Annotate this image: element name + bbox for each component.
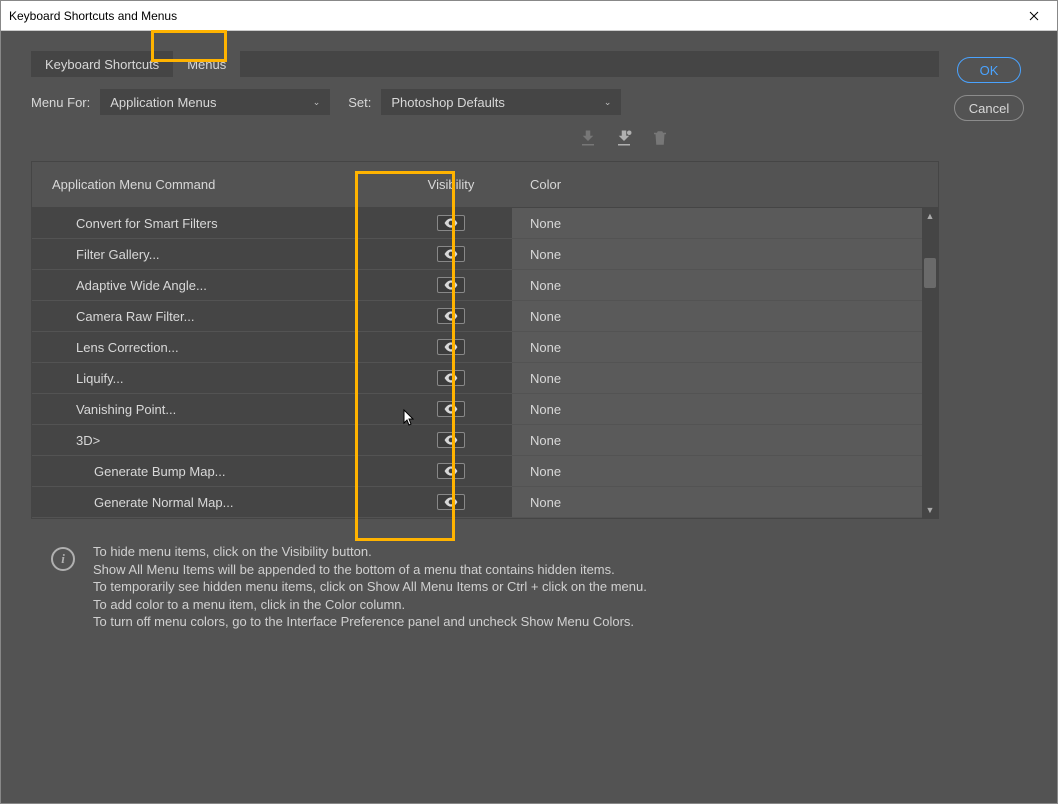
- table-row[interactable]: 3D> None: [32, 425, 938, 456]
- color-cell[interactable]: None: [512, 208, 922, 238]
- command-label: Convert for Smart Filters: [32, 216, 390, 231]
- scroll-track[interactable]: [922, 224, 938, 502]
- set-label: Set:: [348, 95, 371, 110]
- visibility-cell: [390, 370, 512, 386]
- command-label: Filter Gallery...: [32, 247, 390, 262]
- visibility-cell: [390, 215, 512, 231]
- color-cell[interactable]: None: [512, 456, 922, 486]
- header-color: Color: [512, 177, 922, 192]
- table-row[interactable]: Convert for Smart Filters None: [32, 208, 938, 239]
- table-row[interactable]: Camera Raw Filter... None: [32, 301, 938, 332]
- visibility-cell: [390, 339, 512, 355]
- color-cell[interactable]: None: [512, 239, 922, 269]
- visibility-cell: [390, 277, 512, 293]
- visibility-toggle[interactable]: [437, 432, 465, 448]
- tab-menus[interactable]: Menus: [173, 51, 240, 77]
- table-rows: Convert for Smart FiltersNoneFilter Gall…: [32, 208, 938, 518]
- menu-for-value: Application Menus: [110, 95, 216, 110]
- color-cell[interactable]: None: [512, 487, 922, 517]
- titlebar: Keyboard Shortcuts and Menus: [1, 1, 1057, 31]
- controls-row: Menu For: Application Menus ⌄ Set: Photo…: [31, 89, 939, 115]
- command-label: Liquify...: [32, 371, 390, 386]
- set-value: Photoshop Defaults: [391, 95, 504, 110]
- visibility-cell: [390, 246, 512, 262]
- close-button[interactable]: [1011, 1, 1057, 31]
- visibility-toggle[interactable]: [437, 215, 465, 231]
- table-row[interactable]: Generate Bump Map... None: [32, 456, 938, 487]
- visibility-toggle[interactable]: [437, 463, 465, 479]
- toolbar-icons: [31, 123, 939, 161]
- ok-button[interactable]: OK: [957, 57, 1021, 83]
- command-label: Lens Correction...: [32, 340, 390, 355]
- scroll-down-icon[interactable]: ▼: [922, 502, 938, 518]
- set-dropdown[interactable]: Photoshop Defaults ⌄: [381, 89, 621, 115]
- dialog-window: Keyboard Shortcuts and Menus Keyboard Sh…: [0, 0, 1058, 804]
- info-box: i To hide menu items, click on the Visib…: [31, 519, 939, 631]
- visibility-cell: [390, 308, 512, 324]
- visibility-cell: [390, 463, 512, 479]
- visibility-toggle[interactable]: [437, 401, 465, 417]
- menu-table: Application Menu Command Visibility Colo…: [31, 161, 939, 519]
- color-cell[interactable]: None: [512, 332, 922, 362]
- visibility-toggle[interactable]: [437, 339, 465, 355]
- menu-for-label: Menu For:: [31, 95, 90, 110]
- visibility-cell: [390, 432, 512, 448]
- table-row[interactable]: Adaptive Wide Angle... None: [32, 270, 938, 301]
- color-cell[interactable]: None: [512, 363, 922, 393]
- chevron-down-icon: ⌄: [604, 97, 612, 108]
- visibility-toggle[interactable]: [437, 308, 465, 324]
- info-line: To turn off menu colors, go to the Inter…: [93, 613, 647, 631]
- table-row[interactable]: Lens Correction... None: [32, 332, 938, 363]
- info-line: To temporarily see hidden menu items, cl…: [93, 578, 647, 596]
- save-set-as-icon[interactable]: [615, 129, 633, 147]
- command-label: Generate Normal Map...: [32, 495, 390, 510]
- save-set-icon: [579, 129, 597, 147]
- info-text: To hide menu items, click on the Visibil…: [93, 543, 647, 631]
- table-row[interactable]: Filter Gallery... None: [32, 239, 938, 270]
- main-column: Keyboard Shortcuts Menus Menu For: Appli…: [31, 51, 939, 783]
- header-command: Application Menu Command: [32, 177, 390, 192]
- color-cell[interactable]: None: [512, 301, 922, 331]
- table-row[interactable]: Liquify... None: [32, 363, 938, 394]
- command-label: Vanishing Point...: [32, 402, 390, 417]
- table-row[interactable]: Generate Normal Map... None: [32, 487, 938, 518]
- command-label: Camera Raw Filter...: [32, 309, 390, 324]
- visibility-cell: [390, 401, 512, 417]
- window-title: Keyboard Shortcuts and Menus: [9, 9, 177, 23]
- tab-keyboard-shortcuts[interactable]: Keyboard Shortcuts: [31, 51, 173, 77]
- visibility-toggle[interactable]: [437, 370, 465, 386]
- delete-set-icon: [651, 129, 669, 147]
- header-visibility: Visibility: [390, 177, 512, 192]
- cancel-button[interactable]: Cancel: [954, 95, 1024, 121]
- command-label: Generate Bump Map...: [32, 464, 390, 479]
- dialog-body: Keyboard Shortcuts Menus Menu For: Appli…: [1, 31, 1057, 803]
- info-line: Show All Menu Items will be appended to …: [93, 561, 647, 579]
- visibility-toggle[interactable]: [437, 277, 465, 293]
- right-column: OK Cancel: [939, 51, 1039, 783]
- color-cell[interactable]: None: [512, 270, 922, 300]
- scroll-thumb[interactable]: [924, 258, 936, 288]
- color-cell[interactable]: None: [512, 425, 922, 455]
- table-row[interactable]: Vanishing Point... None: [32, 394, 938, 425]
- visibility-toggle[interactable]: [437, 246, 465, 262]
- tab-bar: Keyboard Shortcuts Menus: [31, 51, 939, 77]
- visibility-cell: [390, 494, 512, 510]
- scroll-up-icon[interactable]: ▲: [922, 208, 938, 224]
- table-header: Application Menu Command Visibility Colo…: [32, 162, 938, 208]
- command-label: Adaptive Wide Angle...: [32, 278, 390, 293]
- chevron-down-icon: ⌄: [313, 97, 321, 108]
- menu-for-dropdown[interactable]: Application Menus ⌄: [100, 89, 330, 115]
- info-icon: i: [51, 547, 75, 571]
- color-cell[interactable]: None: [512, 394, 922, 424]
- info-line: To add color to a menu item, click in th…: [93, 596, 647, 614]
- scrollbar[interactable]: ▲ ▼: [922, 208, 938, 518]
- info-line: To hide menu items, click on the Visibil…: [93, 543, 647, 561]
- command-label: 3D>: [32, 433, 390, 448]
- visibility-toggle[interactable]: [437, 494, 465, 510]
